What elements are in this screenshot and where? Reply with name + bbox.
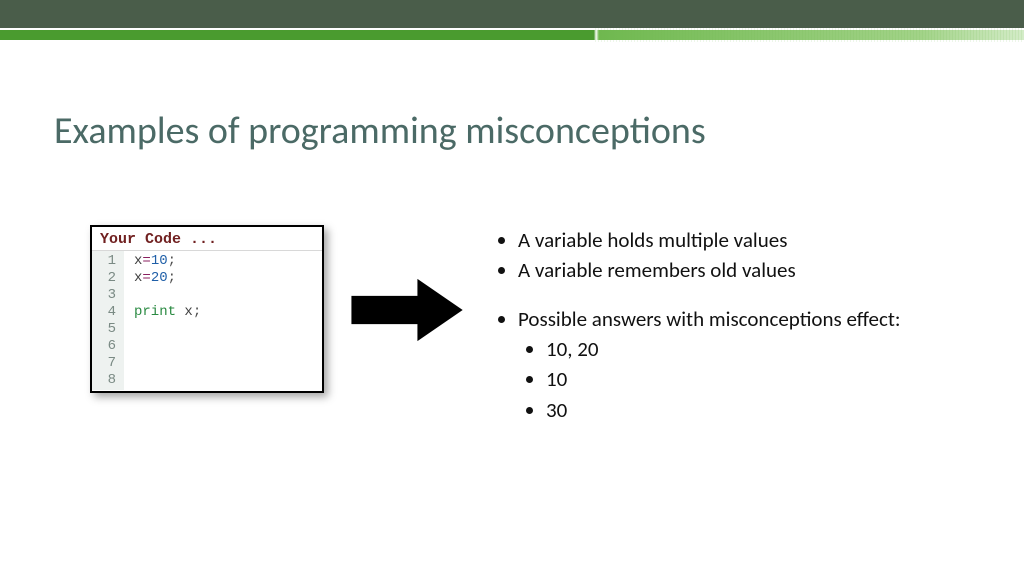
line-number: 3 <box>92 287 116 304</box>
code-box: Your Code ... 1 2 3 4 5 6 7 8 x=10; x=20… <box>90 225 324 393</box>
code-gutter: 1 2 3 4 5 6 7 8 <box>92 251 124 390</box>
code-token-op: = <box>142 270 150 286</box>
code-line: print x; <box>134 304 201 321</box>
arrow-icon <box>350 277 466 343</box>
list-item: 10, 20 <box>546 334 900 364</box>
line-number: 5 <box>92 321 116 338</box>
code-line: x=10; <box>134 253 201 270</box>
list-item: 10 <box>546 364 900 394</box>
code-token-punc: ; <box>168 253 176 269</box>
code-token-punc: ; <box>168 270 176 286</box>
slide-accent-bar <box>0 28 1024 42</box>
code-line <box>134 355 201 372</box>
line-number: 7 <box>92 355 116 372</box>
code-box-body: 1 2 3 4 5 6 7 8 x=10; x=20; print x; <box>92 251 322 390</box>
code-token-num: 10 <box>151 253 168 269</box>
line-number: 2 <box>92 270 116 287</box>
code-token-var: x <box>184 304 192 320</box>
list-item: Possible answers with misconceptions eff… <box>518 304 900 334</box>
misconception-list: A variable holds multiple values A varia… <box>490 225 900 425</box>
list-item: A variable remembers old values <box>518 255 900 285</box>
line-number: 8 <box>92 372 116 389</box>
code-line <box>134 372 201 389</box>
code-token-punc: ; <box>193 304 201 320</box>
code-line <box>134 338 201 355</box>
slide-header-bar <box>0 0 1024 28</box>
line-number: 1 <box>92 253 116 270</box>
code-line <box>134 321 201 338</box>
list-item: 30 <box>546 395 900 425</box>
code-lines: x=10; x=20; print x; <box>124 251 201 390</box>
line-number: 6 <box>92 338 116 355</box>
line-number: 4 <box>92 304 116 321</box>
list-item: A variable holds multiple values <box>518 225 900 255</box>
code-token-keyword: print <box>134 304 176 320</box>
code-box-header: Your Code ... <box>92 227 322 251</box>
code-token-op: = <box>142 253 150 269</box>
slide-title: Examples of programming misconceptions <box>54 108 706 154</box>
code-token-num: 20 <box>151 270 168 286</box>
code-line <box>134 287 201 304</box>
code-line: x=20; <box>134 270 201 287</box>
